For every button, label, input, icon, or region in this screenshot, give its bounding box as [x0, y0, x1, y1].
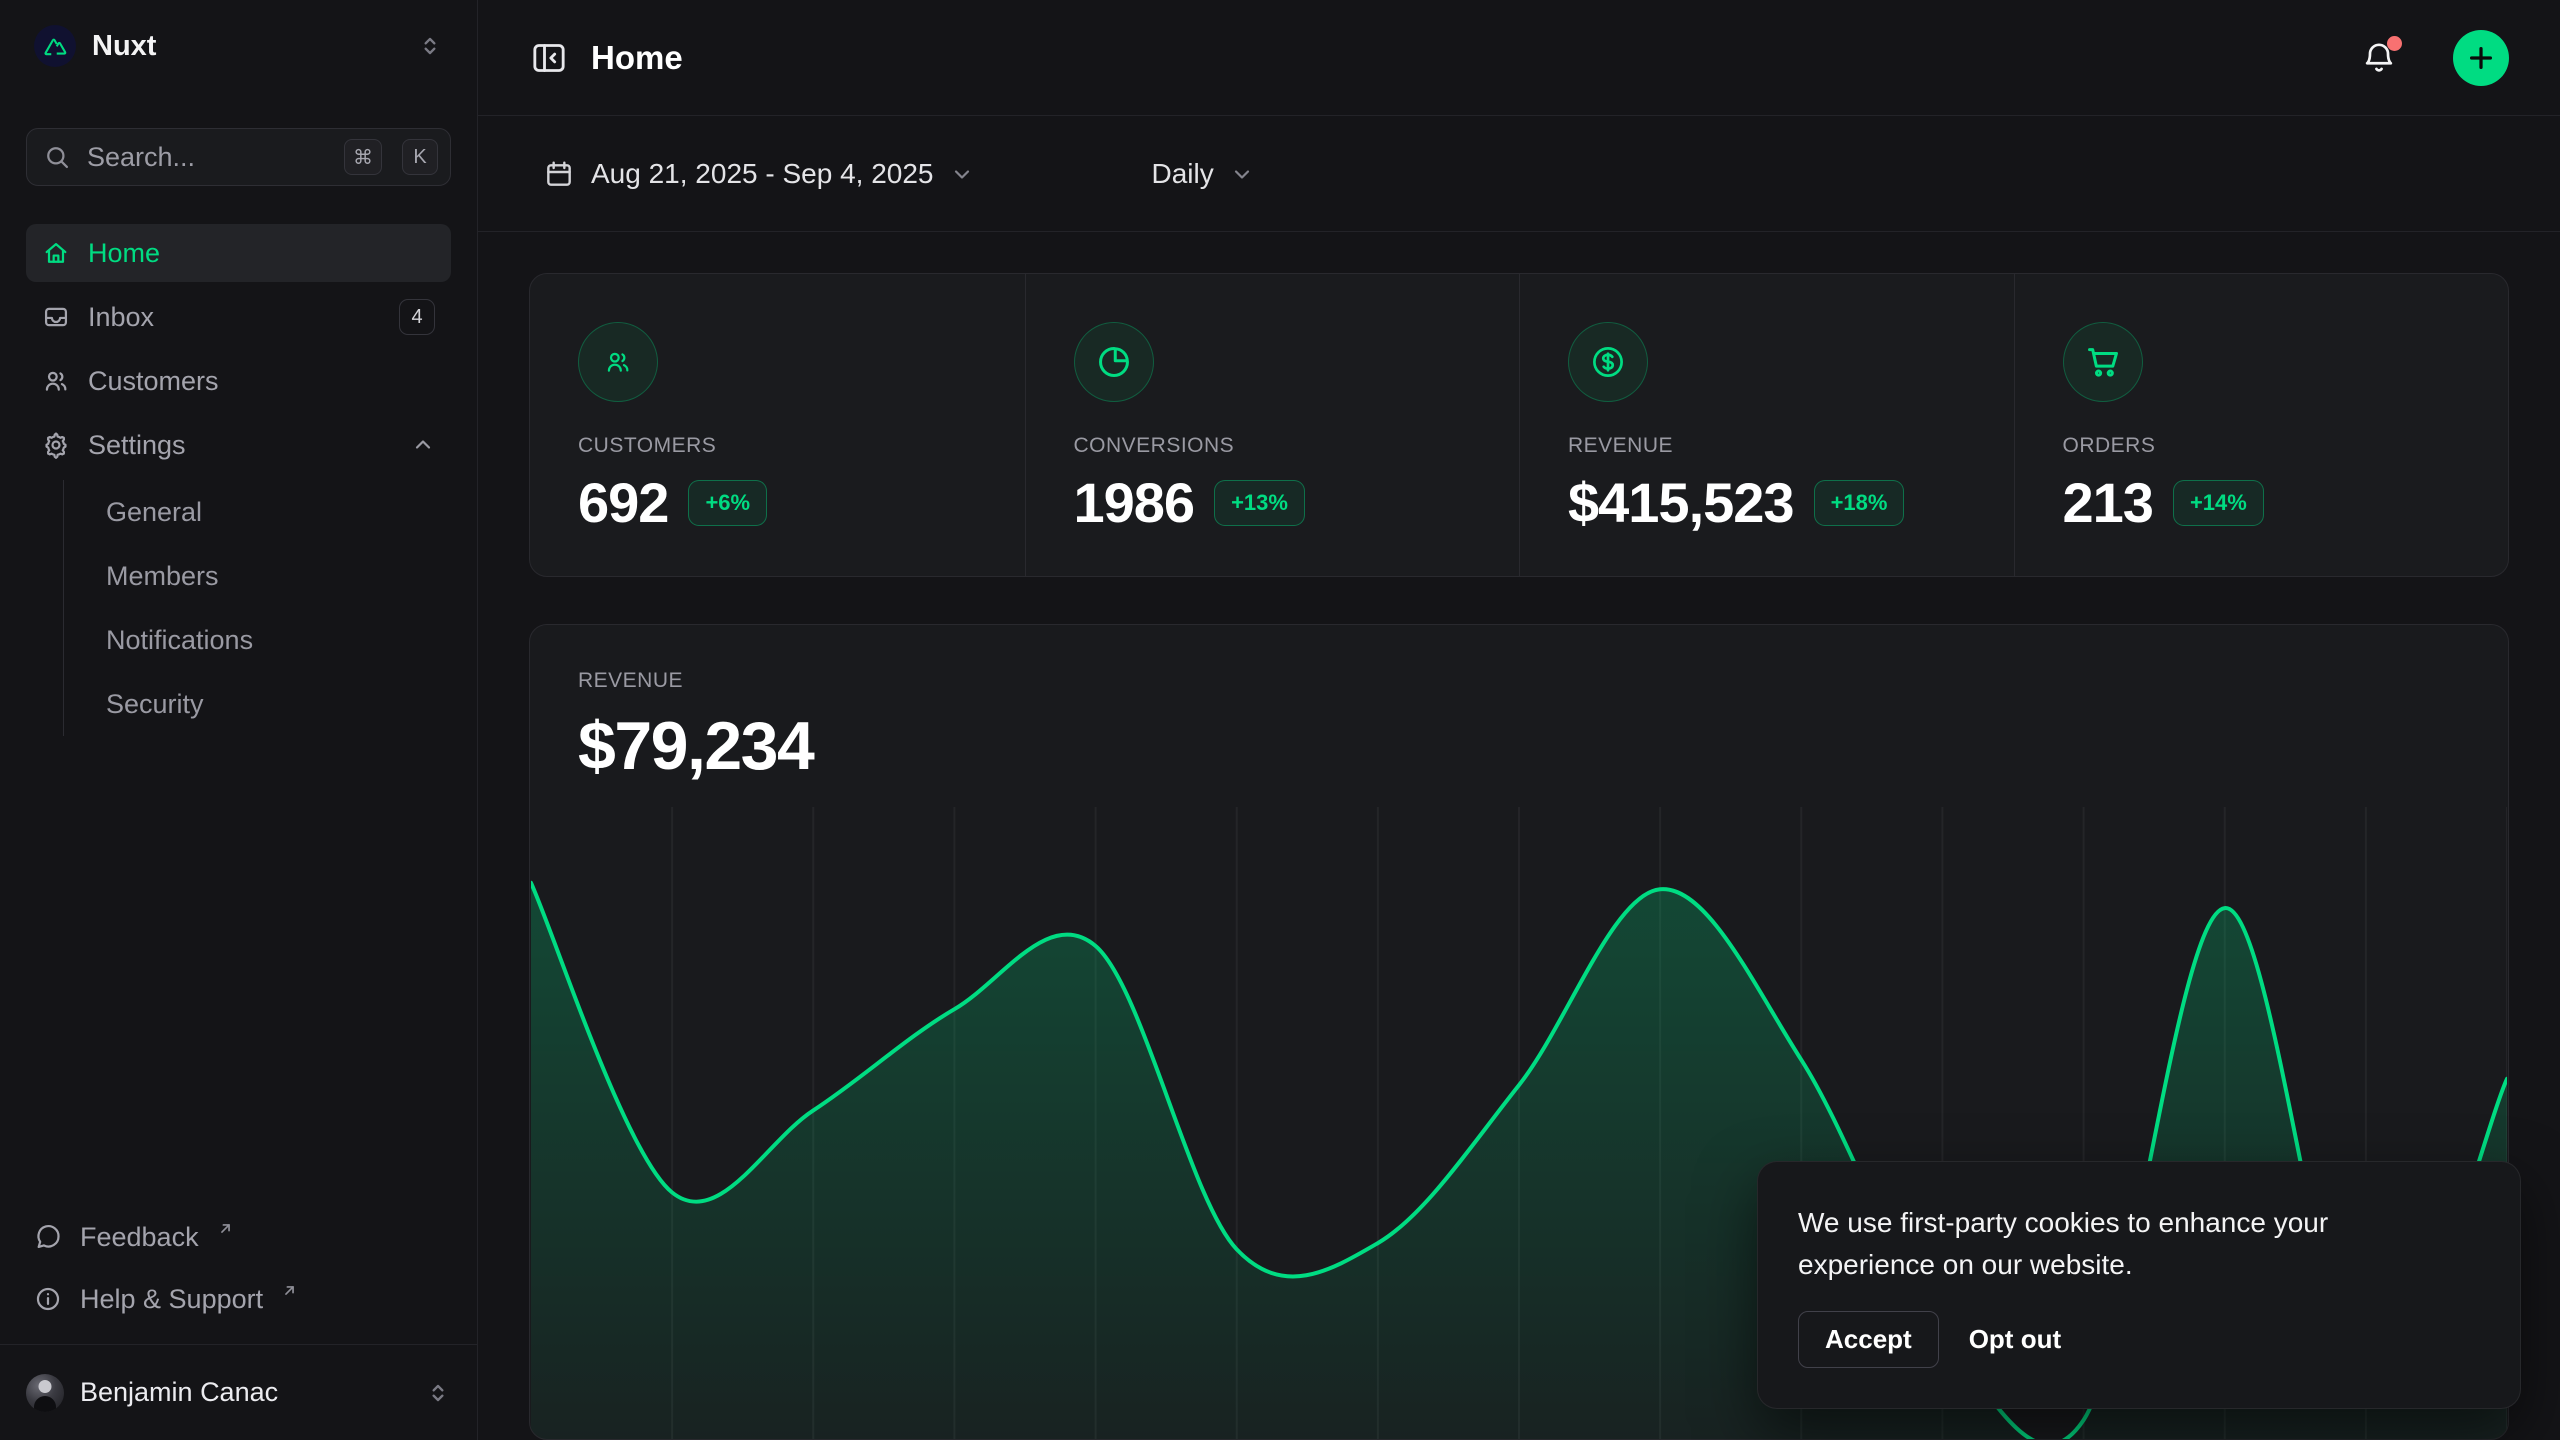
- stat-value: $415,523: [1568, 470, 1794, 535]
- page-title: Home: [591, 39, 2339, 77]
- sidebar: Nuxt Search... ⌘ K Home Inbox 4 Customers Se…: [0, 0, 478, 1440]
- sidebar-subitem-label: Notifications: [106, 625, 253, 656]
- sidebar-subitem-members[interactable]: Members: [106, 544, 451, 608]
- notifications-button[interactable]: [2361, 40, 2397, 76]
- speech-bubble-icon: [34, 1223, 62, 1251]
- cmd-key-badge: ⌘: [344, 139, 382, 175]
- revenue-panel-label: REVENUE: [578, 669, 2460, 693]
- granularity-select[interactable]: Daily: [1138, 146, 1268, 202]
- collapse-sidebar-button[interactable]: [529, 38, 569, 78]
- sidebar-footer: Feedback Help & Support: [26, 1206, 451, 1344]
- sidebar-item-label: Inbox: [88, 302, 154, 333]
- stat-delta-badge: +13%: [1214, 480, 1305, 526]
- chevron-updown-icon: [417, 33, 443, 59]
- stat-delta-badge: +18%: [1814, 480, 1905, 526]
- stat-value: 692: [578, 470, 668, 535]
- stat-value: 1986: [1074, 470, 1195, 535]
- stat-card-orders[interactable]: ORDERS 213 +14%: [2014, 274, 2509, 577]
- dollar-circle-icon: [1568, 322, 1648, 402]
- sidebar-nav: Home Inbox 4 Customers Settings General Member…: [26, 224, 451, 742]
- sidebar-subitem-label: Members: [106, 561, 219, 592]
- cart-icon: [2063, 322, 2143, 402]
- date-range-value: Aug 21, 2025 - Sep 4, 2025: [591, 158, 934, 190]
- footer-link-label: Help & Support: [80, 1284, 263, 1315]
- stat-delta-badge: +6%: [688, 480, 767, 526]
- granularity-value: Daily: [1152, 158, 1214, 190]
- inbox-count-badge: 4: [399, 299, 435, 335]
- toolbar: Aug 21, 2025 - Sep 4, 2025 Daily: [478, 116, 2560, 232]
- user-name: Benjamin Canac: [80, 1377, 409, 1408]
- sidebar-item-settings[interactable]: Settings: [26, 416, 451, 474]
- sidebar-item-home[interactable]: Home: [26, 224, 451, 282]
- footer-link-feedback[interactable]: Feedback: [26, 1206, 451, 1268]
- revenue-panel-head: REVENUE $79,234: [530, 625, 2508, 785]
- date-range-picker[interactable]: Aug 21, 2025 - Sep 4, 2025: [529, 146, 988, 202]
- stat-card-revenue[interactable]: REVENUE $415,523 +18%: [1519, 274, 2014, 577]
- sidebar-item-label: Customers: [88, 366, 219, 397]
- collapse-sidebar-icon: [529, 38, 569, 78]
- sidebar-item-inbox[interactable]: Inbox 4: [26, 288, 451, 346]
- sidebar-item-customers[interactable]: Customers: [26, 352, 451, 410]
- avatar: [26, 1374, 64, 1412]
- inbox-icon: [42, 303, 70, 331]
- external-link-icon: [281, 1282, 298, 1299]
- nuxt-logo-icon: [34, 25, 76, 67]
- workspace-switcher[interactable]: Nuxt: [26, 22, 451, 70]
- stat-card-conversions[interactable]: CONVERSIONS 1986 +13%: [1025, 274, 1520, 577]
- revenue-panel-value: $79,234: [578, 707, 2460, 785]
- k-key-badge: K: [402, 139, 438, 175]
- chevron-up-icon: [411, 433, 435, 457]
- page-header: Home: [478, 0, 2560, 116]
- home-icon: [42, 239, 70, 267]
- plus-icon: [2466, 43, 2496, 73]
- sidebar-subitem-general[interactable]: General: [106, 480, 451, 544]
- stat-label: ORDERS: [2063, 434, 2461, 458]
- stat-label: CUSTOMERS: [578, 434, 977, 458]
- chevron-updown-icon: [425, 1380, 451, 1406]
- stat-label: REVENUE: [1568, 434, 1966, 458]
- search-input[interactable]: Search... ⌘ K: [26, 128, 451, 186]
- footer-link-help-support[interactable]: Help & Support: [26, 1268, 451, 1330]
- sidebar-subitem-label: General: [106, 497, 202, 528]
- search-icon: [43, 143, 71, 171]
- stats-panel: CUSTOMERS 692 +6% CONVERSIONS 1986 +13% REVENU…: [529, 273, 2509, 577]
- users-icon: [578, 322, 658, 402]
- pie-chart-icon: [1074, 322, 1154, 402]
- search-placeholder: Search...: [87, 142, 324, 173]
- chevron-down-icon: [950, 162, 974, 186]
- info-circle-icon: [34, 1285, 62, 1313]
- cookie-banner: We use first-party cookies to enhance yo…: [1757, 1161, 2521, 1409]
- stat-label: CONVERSIONS: [1074, 434, 1472, 458]
- users-icon: [42, 367, 70, 395]
- notification-dot: [2387, 36, 2402, 51]
- sidebar-subitem-notifications[interactable]: Notifications: [106, 608, 451, 672]
- stat-value: 213: [2063, 470, 2153, 535]
- optout-cookies-button[interactable]: Opt out: [1959, 1312, 2071, 1367]
- sidebar-subitem-label: Security: [106, 689, 204, 720]
- sidebar-subitem-security[interactable]: Security: [106, 672, 451, 736]
- sidebar-item-label: Home: [88, 238, 160, 269]
- gear-icon: [42, 431, 70, 459]
- stat-card-customers[interactable]: CUSTOMERS 692 +6%: [530, 274, 1025, 577]
- sidebar-item-label: Settings: [88, 430, 186, 461]
- external-link-icon: [217, 1220, 234, 1237]
- chevron-down-icon: [1230, 162, 1254, 186]
- user-menu[interactable]: Benjamin Canac: [0, 1344, 477, 1440]
- settings-subnav: General Members Notifications Security: [63, 480, 451, 736]
- cookie-message: We use first-party cookies to enhance yo…: [1798, 1202, 2418, 1285]
- calendar-icon: [543, 158, 575, 190]
- stat-delta-badge: +14%: [2173, 480, 2264, 526]
- cookie-actions: Accept Opt out: [1798, 1311, 2480, 1368]
- footer-link-label: Feedback: [80, 1222, 199, 1253]
- workspace-name: Nuxt: [92, 30, 401, 63]
- add-button[interactable]: [2453, 30, 2509, 86]
- accept-cookies-button[interactable]: Accept: [1798, 1311, 1939, 1368]
